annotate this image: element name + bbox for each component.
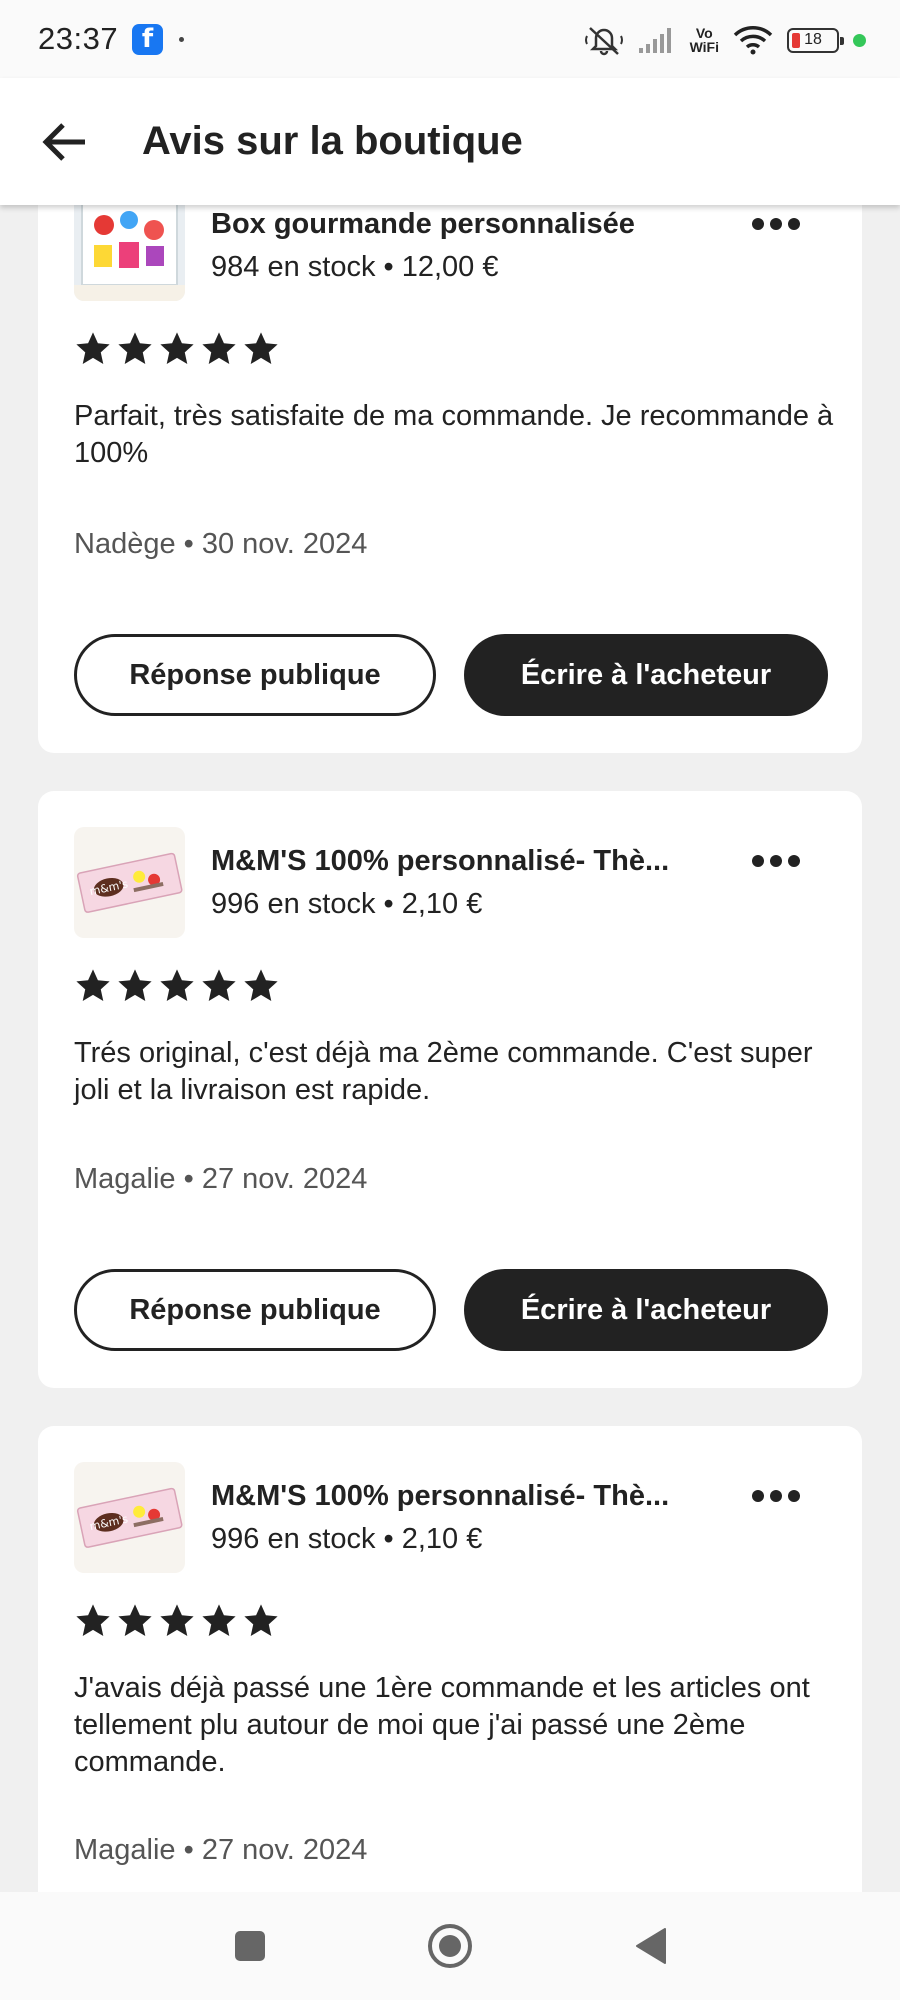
signal-icon: [638, 28, 671, 53]
public-reply-button[interactable]: Réponse publique: [74, 1269, 436, 1351]
reviewer-info: Magalie • 27 nov. 2024: [74, 1163, 368, 1195]
back-button[interactable]: [34, 112, 94, 172]
vowifi-icon: Vo WiFi: [690, 26, 719, 54]
public-reply-button[interactable]: Réponse publique: [74, 634, 436, 716]
app-bar: Avis sur la boutique: [0, 78, 900, 205]
message-buyer-button[interactable]: Écrire à l'acheteur: [464, 1269, 828, 1351]
product-thumbnail[interactable]: [74, 190, 185, 301]
star-rating: [74, 330, 280, 368]
star-icon: [118, 1604, 152, 1637]
product-meta: 996 en stock • 2,10 €: [211, 1523, 483, 1555]
review-text: Trés original, c'est déjà ma 2ème comman…: [74, 1037, 813, 1106]
star-icon: [160, 969, 194, 1002]
reviewer-info: Nadège • 30 nov. 2024: [74, 528, 368, 560]
recents-button[interactable]: [225, 1921, 275, 1971]
more-options-button[interactable]: [744, 204, 808, 244]
product-thumbnail[interactable]: m&m's: [74, 1462, 185, 1573]
star-icon: [118, 969, 152, 1002]
review-card: Box gourmande personnalisée 984 en stock…: [38, 150, 862, 753]
star-rating: [74, 1602, 280, 1640]
screen: 23:37 f Vo WiFi 18 Avis sur la boutique …: [0, 0, 900, 2000]
star-icon: [202, 332, 236, 365]
home-circle-icon: [428, 1924, 472, 1968]
star-icon: [202, 1604, 236, 1637]
privacy-dot-icon: [853, 33, 866, 47]
more-options-button[interactable]: [744, 1476, 808, 1516]
battery-level: 18: [804, 31, 822, 48]
product-title[interactable]: Box gourmande personnalisée: [211, 208, 701, 241]
star-icon: [244, 332, 278, 365]
more-dots-icon: [752, 1490, 800, 1502]
reviewer-info: Magalie • 27 nov. 2024: [74, 1834, 368, 1866]
star-icon: [244, 1604, 278, 1637]
back-triangle-icon: [636, 1928, 666, 1964]
mms-pack-image: m&m's: [74, 827, 185, 938]
more-options-button[interactable]: [744, 841, 808, 881]
notification-dot-icon: [179, 36, 185, 42]
battery-icon: 18: [787, 27, 844, 53]
status-bar: 23:37 f Vo WiFi 18: [0, 0, 900, 78]
star-icon: [76, 332, 110, 365]
product-title[interactable]: M&M'S 100% personnalisé- Thè...: [211, 1480, 701, 1513]
star-icon: [118, 332, 152, 365]
product-title[interactable]: M&M'S 100% personnalisé- Thè...: [211, 845, 701, 878]
home-button[interactable]: [425, 1921, 475, 1971]
status-indicators: Vo WiFi 18: [584, 24, 866, 56]
star-icon: [202, 969, 236, 1002]
star-rating: [74, 967, 280, 1005]
star-icon: [160, 332, 194, 365]
system-nav-bar: [0, 1892, 900, 2000]
vowifi-bottom-label: WiFi: [689, 39, 719, 55]
system-back-button[interactable]: [625, 1921, 675, 1971]
status-time: 23:37: [38, 21, 119, 56]
star-icon: [160, 1604, 194, 1637]
review-card: m&m's M&M'S 100% personnalisé- Thè... 99…: [38, 791, 862, 1388]
arrow-left-icon: [42, 122, 85, 161]
star-icon: [76, 969, 110, 1002]
product-meta: 996 en stock • 2,10 €: [211, 888, 483, 920]
box-gift-image: [74, 190, 185, 301]
vowifi-top-label: Vo: [695, 25, 713, 41]
message-buyer-button[interactable]: Écrire à l'acheteur: [464, 634, 828, 716]
page-title: Avis sur la boutique: [142, 119, 523, 163]
more-dots-icon: [752, 855, 800, 867]
review-text: Parfait, très satisfaite de ma commande.…: [74, 400, 834, 469]
review-text: J'avais déjà passé une 1ère commande et …: [74, 1672, 810, 1778]
more-dots-icon: [752, 218, 800, 230]
mute-vibrate-icon: [584, 27, 623, 56]
facebook-icon: f: [132, 23, 164, 55]
star-icon: [76, 1604, 110, 1637]
product-meta: 984 en stock • 12,00 €: [211, 251, 499, 283]
mms-pack-image: m&m's: [74, 1462, 185, 1573]
star-icon: [244, 969, 278, 1002]
wifi-icon: [733, 26, 773, 55]
recents-square-icon: [235, 1931, 265, 1961]
product-thumbnail[interactable]: m&m's: [74, 827, 185, 938]
